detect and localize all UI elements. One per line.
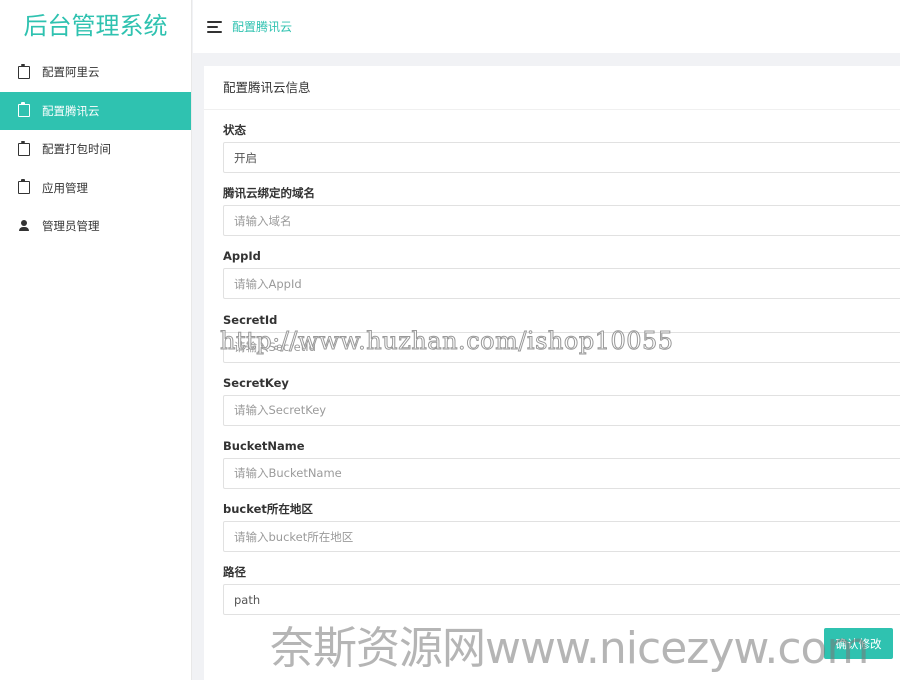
sidebar-item-app-management[interactable]: 应用管理	[0, 169, 191, 208]
domain-field: 腾讯云绑定的域名	[223, 173, 900, 237]
field-label: AppId	[223, 249, 261, 264]
bucket-region-input[interactable]	[223, 521, 900, 553]
field-label: 腾讯云绑定的域名	[223, 186, 315, 201]
sidebar-item-admin-management[interactable]: 管理员管理	[0, 207, 191, 246]
breadcrumb: 配置腾讯云	[232, 20, 293, 34]
sidebar-menu: 配置阿里云 配置腾讯云 配置打包时间 应用管理 管理员管理	[0, 53, 191, 246]
tencent-cloud-form: 状态 腾讯云绑定的域名 AppId SecretId SecretKey Buc…	[204, 110, 900, 616]
field-label: SecretKey	[223, 375, 289, 390]
secretid-field: SecretId	[223, 300, 900, 363]
path-field: 路径	[223, 552, 900, 616]
config-panel: 配置腾讯云信息 状态 腾讯云绑定的域名 AppId SecretId Secre…	[204, 66, 900, 680]
bucket-region-field: bucket所在地区	[223, 489, 900, 553]
sidebar: 后台管理系统 配置阿里云 配置腾讯云 配置打包时间 应用管理 管理员管理	[0, 0, 192, 680]
sidebar-item-aliyun[interactable]: 配置阿里云	[0, 53, 191, 92]
top-bar: 配置腾讯云	[193, 0, 900, 53]
secretkey-input[interactable]	[223, 394, 900, 426]
sidebar-item-label: 管理员管理	[42, 219, 100, 234]
field-label: 路径	[223, 565, 246, 580]
bucketname-input[interactable]	[223, 457, 900, 489]
secretkey-field: SecretKey	[223, 363, 900, 426]
path-input[interactable]	[223, 584, 900, 616]
field-label: bucket所在地区	[223, 502, 313, 517]
sidebar-item-tencent-cloud[interactable]: 配置腾讯云	[0, 91, 191, 130]
field-label: 状态	[223, 123, 246, 137]
bucketname-field: BucketName	[223, 426, 900, 489]
sidebar-item-packaging-time[interactable]: 配置打包时间	[0, 130, 191, 169]
sidebar-item-label: 配置腾讯云	[42, 103, 100, 118]
app-logo: 后台管理系统	[23, 12, 168, 40]
status-field: 状态	[223, 110, 900, 173]
clipboard-icon	[18, 140, 30, 156]
secretid-input[interactable]	[223, 331, 900, 363]
field-label: BucketName	[223, 438, 305, 453]
clipboard-icon	[18, 63, 30, 79]
sidebar-item-label: 配置阿里云	[42, 65, 100, 80]
sidebar-item-label: 应用管理	[42, 180, 88, 195]
sidebar-item-label: 配置打包时间	[42, 142, 111, 157]
clipboard-icon	[18, 102, 30, 118]
field-label: SecretId	[223, 312, 278, 327]
appid-field: AppId	[223, 236, 900, 300]
status-input[interactable]	[223, 142, 900, 173]
appid-input[interactable]	[223, 268, 900, 300]
confirm-edit-button[interactable]: 确认修改	[824, 628, 893, 659]
user-icon	[18, 219, 30, 233]
clipboard-icon	[18, 179, 30, 195]
panel-title: 配置腾讯云信息	[204, 66, 900, 110]
hamburger-icon[interactable]	[207, 20, 222, 33]
domain-input[interactable]	[223, 205, 900, 237]
